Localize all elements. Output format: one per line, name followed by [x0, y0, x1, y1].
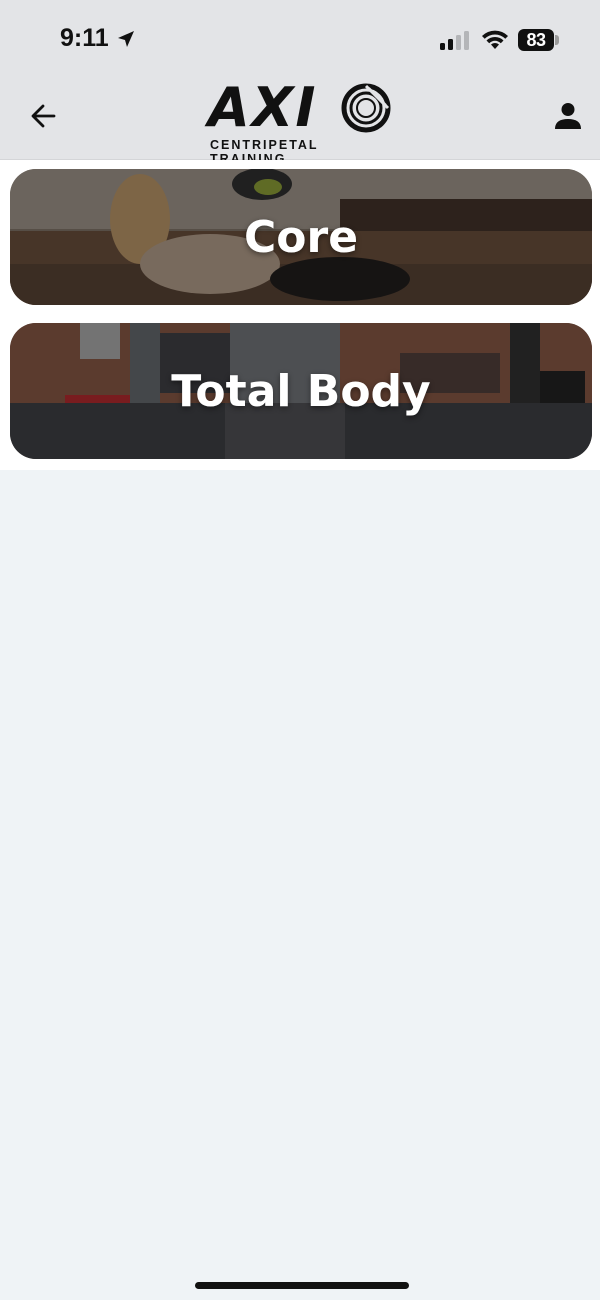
battery-level: 83: [526, 29, 546, 50]
category-label-total-body: Total Body: [171, 365, 431, 417]
logo-ring-icon: [341, 83, 391, 133]
home-indicator[interactable]: [195, 1282, 409, 1289]
battery-tip: [555, 35, 559, 45]
category-card-total-body[interactable]: Total Body: [10, 323, 592, 459]
category-label-core: Core: [243, 211, 359, 263]
person-icon[interactable]: [552, 100, 584, 132]
category-card-core[interactable]: Core: [10, 169, 592, 305]
status-time: 9:11: [60, 24, 109, 52]
wifi-icon: [482, 30, 508, 49]
signal-icon: [440, 31, 469, 50]
category-list: Core Total Body: [0, 160, 600, 470]
arrow-left-icon[interactable]: [28, 100, 60, 132]
top-bar: 9:11 83 AXI CENTRIPETAL TRAINING: [0, 0, 600, 166]
battery-icon: 83: [518, 29, 554, 51]
app-logo: AXI CENTRIPETAL TRAINING: [208, 80, 398, 166]
status-bar: 9:11 83: [0, 0, 600, 80]
location-arrow-icon: [118, 31, 134, 47]
